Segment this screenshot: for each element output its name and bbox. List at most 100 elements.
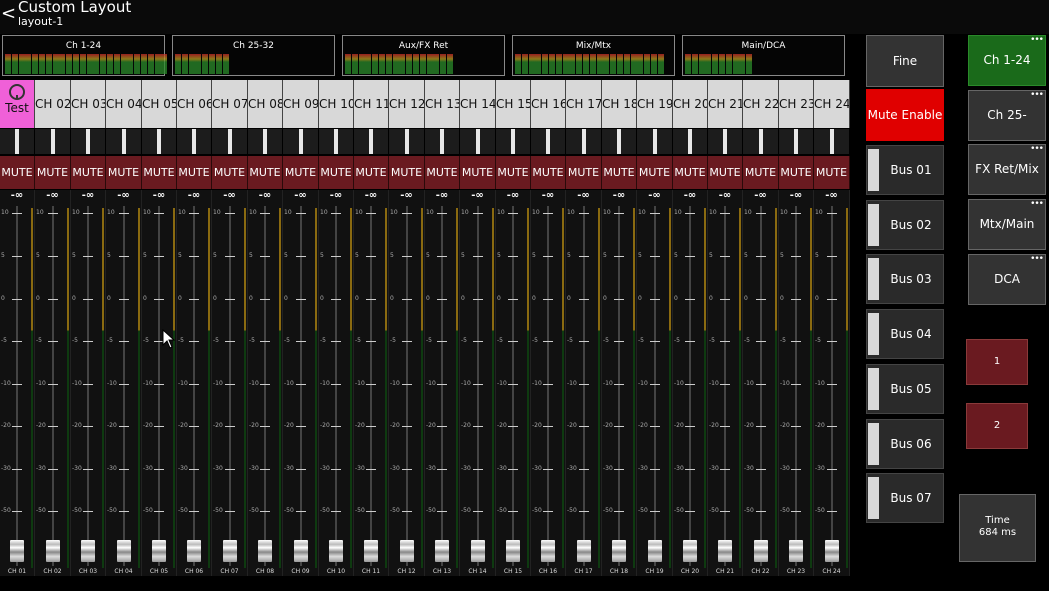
fader-cap[interactable]: [647, 540, 662, 562]
fader-cap[interactable]: [824, 540, 839, 562]
channel-name-button[interactable]: CH 20: [673, 80, 708, 128]
pan-handle[interactable]: [546, 129, 550, 154]
fader-cap[interactable]: [435, 540, 449, 562]
mute-button[interactable]: MUTE: [460, 156, 496, 189]
mute-button[interactable]: MUTE: [708, 156, 743, 189]
pan-slider[interactable]: [35, 129, 71, 154]
fader-cap[interactable]: [116, 540, 131, 562]
pan-slider[interactable]: [779, 129, 814, 154]
more-options-icon[interactable]: •••: [1030, 200, 1044, 209]
pan-slider[interactable]: [106, 129, 142, 154]
pan-handle[interactable]: [581, 129, 586, 154]
fader-cap[interactable]: [258, 540, 272, 562]
mute-button[interactable]: MUTE: [743, 156, 779, 189]
fader-cap[interactable]: [683, 540, 697, 562]
pan-slider[interactable]: [637, 129, 673, 154]
pan-handle[interactable]: [617, 129, 621, 154]
group-tab[interactable]: Mix/Mtx: [512, 35, 675, 76]
fader-cap[interactable]: [470, 540, 485, 562]
more-options-icon[interactable]: •••: [1030, 36, 1044, 45]
mute-button[interactable]: MUTE: [814, 156, 850, 189]
mute-button[interactable]: MUTE: [673, 156, 708, 189]
pan-handle[interactable]: [404, 129, 409, 154]
pan-handle[interactable]: [157, 129, 161, 154]
channel-name-button[interactable]: CH 04: [106, 80, 142, 128]
fader-cap[interactable]: [45, 540, 60, 562]
mute-button[interactable]: MUTE: [212, 156, 248, 189]
fader-cap[interactable]: [718, 540, 732, 562]
channel-name-button[interactable]: CH 17: [566, 80, 602, 128]
group-tab[interactable]: Ch 1-24: [2, 35, 168, 76]
pan-handle[interactable]: [475, 129, 480, 154]
fader-cap[interactable]: [399, 540, 414, 562]
channel-name-button[interactable]: CH 21: [708, 80, 743, 128]
layer-button[interactable]: DCA •••: [968, 253, 1046, 305]
mute-button[interactable]: MUTE: [566, 156, 602, 189]
layer-button[interactable]: FX Ret/Mix •••: [968, 144, 1046, 196]
channel-name-button[interactable]: Test: [0, 80, 35, 128]
fader-cap[interactable]: [152, 540, 166, 562]
pan-slider[interactable]: [177, 129, 212, 154]
mute-button[interactable]: MUTE: [425, 156, 460, 189]
channel-name-button[interactable]: CH 18: [602, 80, 637, 128]
mute-button[interactable]: MUTE: [71, 156, 106, 189]
bus-button[interactable]: Bus 07: [866, 473, 944, 524]
channel-name-button[interactable]: CH 23: [779, 80, 814, 128]
group-tab[interactable]: Main/DCA: [682, 35, 845, 76]
channel-name-button[interactable]: CH 05: [142, 80, 177, 128]
channel-name-button[interactable]: CH 24: [814, 80, 850, 128]
pan-handle[interactable]: [758, 129, 763, 154]
pan-slider[interactable]: [814, 129, 850, 154]
pan-handle[interactable]: [50, 129, 55, 154]
layer-button[interactable]: Mtx/Main •••: [968, 199, 1046, 251]
pan-handle[interactable]: [652, 129, 657, 154]
pan-slider[interactable]: [673, 129, 708, 154]
mute-button[interactable]: MUTE: [106, 156, 142, 189]
mute-button[interactable]: MUTE: [779, 156, 814, 189]
pan-handle[interactable]: [298, 129, 303, 154]
pan-slider[interactable]: [460, 129, 496, 154]
bus-button[interactable]: Bus 02: [866, 199, 944, 250]
fader-cap[interactable]: [364, 540, 378, 562]
pan-slider[interactable]: [425, 129, 460, 154]
fader-cap[interactable]: [612, 540, 626, 562]
pan-handle[interactable]: [369, 129, 373, 154]
channel-name-button[interactable]: CH 08: [248, 80, 283, 128]
pan-handle[interactable]: [794, 129, 798, 154]
channel-name-button[interactable]: CH 19: [637, 80, 673, 128]
channel-name-button[interactable]: CH 07: [212, 80, 248, 128]
fader-cap[interactable]: [506, 540, 520, 562]
channel-name-button[interactable]: CH 10: [319, 80, 354, 128]
bus-button[interactable]: Bus 01: [866, 145, 944, 195]
pan-handle[interactable]: [15, 129, 19, 154]
pan-handle[interactable]: [121, 129, 126, 154]
pan-handle[interactable]: [511, 129, 515, 154]
pan-slider[interactable]: [354, 129, 389, 154]
pan-slider[interactable]: [496, 129, 531, 154]
pan-handle[interactable]: [334, 129, 338, 154]
pan-slider[interactable]: [0, 129, 35, 154]
mute-button[interactable]: MUTE: [531, 156, 566, 189]
pan-slider[interactable]: [212, 129, 248, 154]
bus-button[interactable]: Bus 05: [866, 363, 944, 414]
pan-handle[interactable]: [263, 129, 267, 154]
bus-button[interactable]: Bus 06: [866, 418, 944, 469]
channel-name-button[interactable]: CH 09: [283, 80, 319, 128]
layer-button[interactable]: Ch 1-24 •••: [968, 35, 1046, 86]
more-options-icon[interactable]: •••: [1030, 145, 1044, 154]
page-button[interactable]: 2: [966, 403, 1028, 449]
pan-slider[interactable]: [531, 129, 566, 154]
channel-name-button[interactable]: CH 06: [177, 80, 212, 128]
fader-cap[interactable]: [187, 540, 201, 562]
pan-handle[interactable]: [86, 129, 90, 154]
channel-name-button[interactable]: CH 13: [425, 80, 460, 128]
channel-name-button[interactable]: CH 02: [35, 80, 71, 128]
pan-slider[interactable]: [283, 129, 319, 154]
more-options-icon[interactable]: •••: [1030, 254, 1044, 263]
more-options-icon[interactable]: •••: [1030, 90, 1044, 99]
mute-button[interactable]: MUTE: [496, 156, 531, 189]
channel-name-button[interactable]: CH 12: [389, 80, 425, 128]
mute-button[interactable]: MUTE: [389, 156, 425, 189]
pan-handle[interactable]: [829, 129, 834, 154]
fader-cap[interactable]: [10, 540, 24, 562]
